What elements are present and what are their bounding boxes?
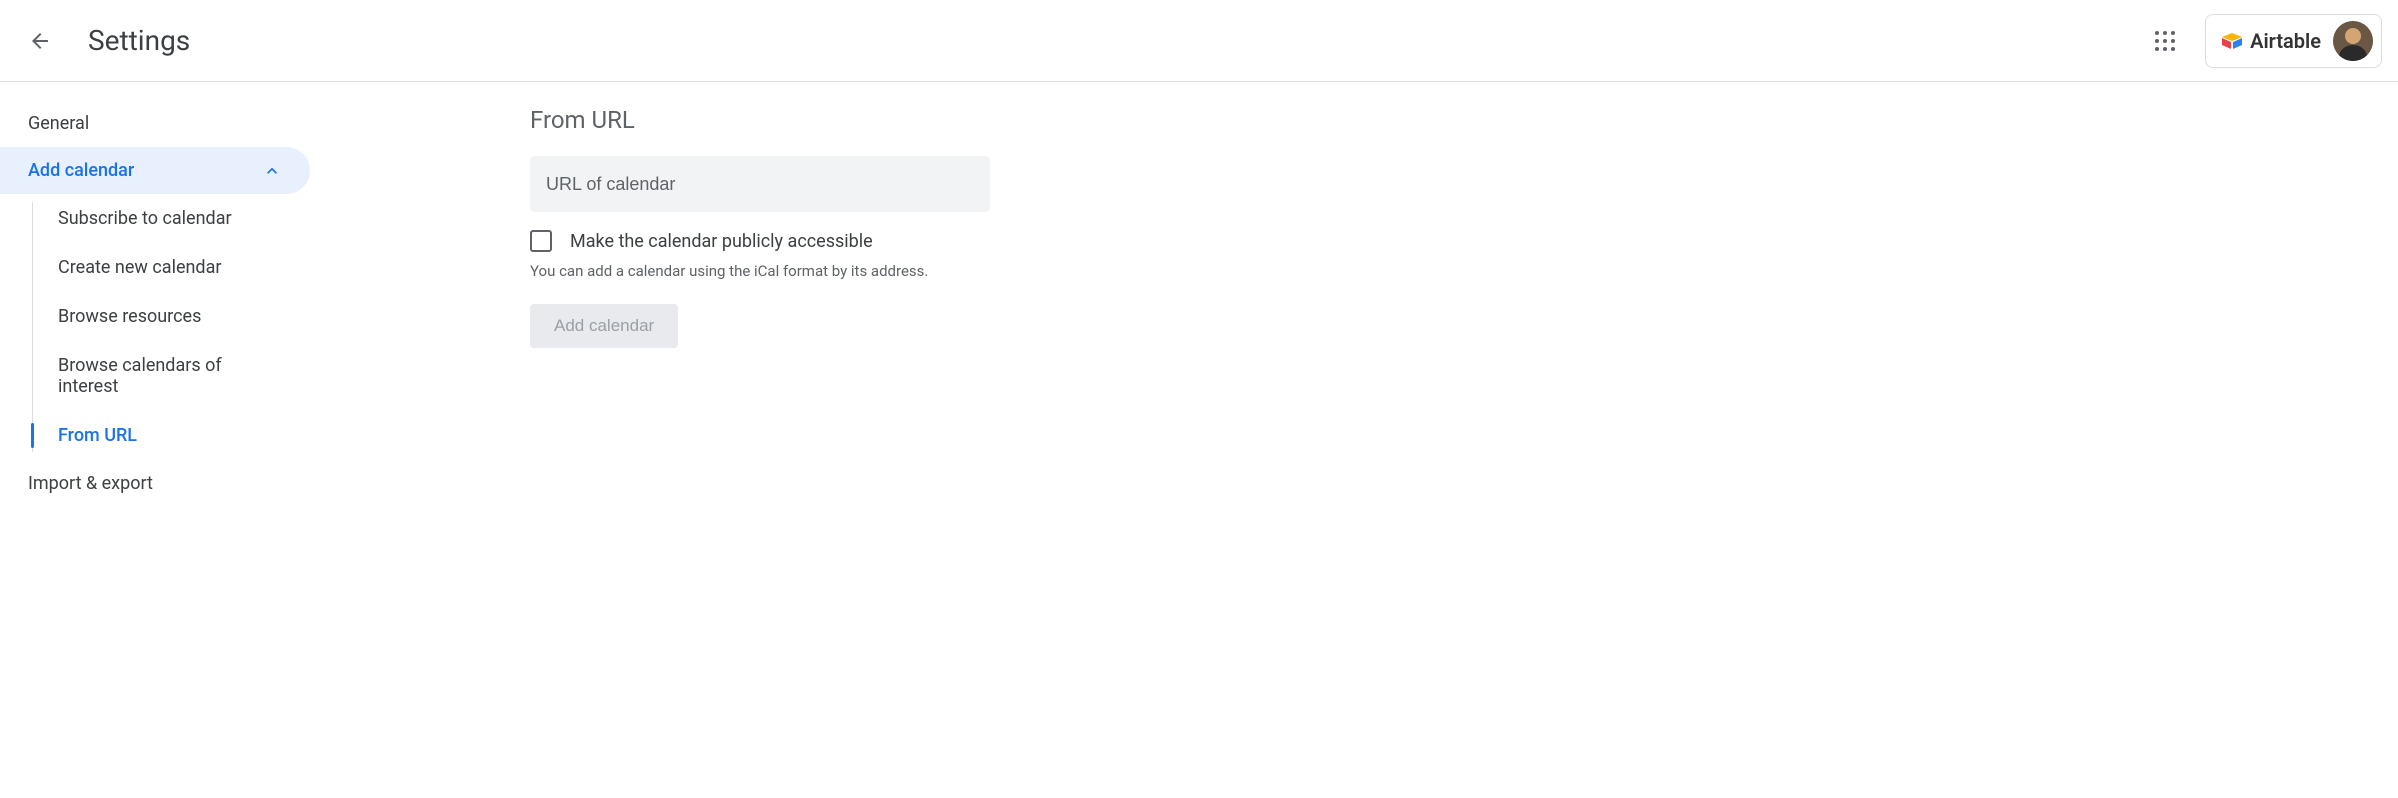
avatar[interactable]	[2333, 21, 2373, 61]
subitem-label: Create new calendar	[58, 257, 221, 278]
sidebar-item-general[interactable]: General	[0, 100, 310, 147]
checkbox-row: Make the calendar publicly accessible	[530, 230, 2398, 252]
header: Settings Airtable	[0, 0, 2398, 82]
avatar-image	[2333, 21, 2373, 61]
main: From URL Make the calendar publicly acce…	[310, 100, 2398, 507]
subitem-label: Browse resources	[58, 306, 201, 327]
checkbox-label: Make the calendar publicly accessible	[570, 231, 873, 252]
sidebar-item-add-calendar[interactable]: Add calendar	[0, 147, 310, 194]
add-calendar-button[interactable]: Add calendar	[530, 304, 678, 348]
sidebar-item-label: Import & export	[28, 473, 153, 494]
account-section[interactable]: Airtable	[2205, 14, 2382, 68]
public-checkbox[interactable]	[530, 230, 552, 252]
apps-button[interactable]	[2141, 17, 2189, 65]
sidebar-subitem-from-url[interactable]: From URL	[28, 411, 310, 460]
section-title: From URL	[530, 106, 2398, 134]
sidebar-item-label: Add calendar	[28, 160, 134, 181]
subitem-label: Browse calendars of interest	[58, 355, 222, 397]
sidebar-subitem-browse-interest[interactable]: Browse calendars of interest	[28, 341, 310, 411]
subitem-label: From URL	[58, 425, 137, 446]
sidebar-subitem-browse-resources[interactable]: Browse resources	[28, 292, 310, 341]
apps-grid-icon	[2155, 31, 2175, 51]
page-title: Settings	[88, 24, 190, 57]
subitem-label: Subscribe to calendar	[58, 208, 232, 229]
header-left: Settings	[16, 17, 190, 65]
sidebar: General Add calendar Subscribe to calend…	[0, 100, 310, 507]
account-label: Airtable	[2250, 29, 2321, 53]
sidebar-subitem-create-new[interactable]: Create new calendar	[28, 243, 310, 292]
header-right: Airtable	[2141, 14, 2382, 68]
airtable-logo: Airtable	[2220, 29, 2321, 53]
sidebar-item-import-export[interactable]: Import & export	[0, 460, 310, 507]
airtable-icon	[2220, 31, 2244, 51]
back-button[interactable]	[16, 17, 64, 65]
help-text: You can add a calendar using the iCal fo…	[530, 262, 2398, 280]
content: General Add calendar Subscribe to calend…	[0, 82, 2398, 507]
sub-items: Subscribe to calendar Create new calenda…	[0, 194, 310, 460]
sidebar-subitem-subscribe[interactable]: Subscribe to calendar	[28, 194, 310, 243]
chevron-up-icon	[262, 161, 282, 181]
url-input[interactable]	[530, 156, 990, 212]
arrow-back-icon	[28, 29, 52, 53]
sidebar-item-label: General	[28, 113, 89, 134]
